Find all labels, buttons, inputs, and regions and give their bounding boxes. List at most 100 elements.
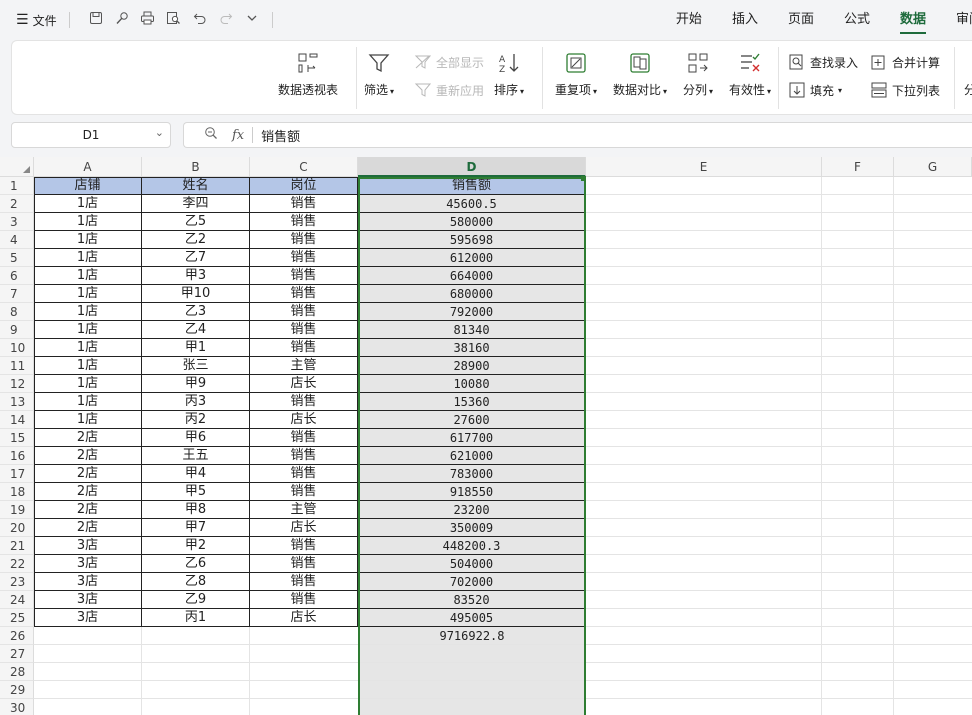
column-header-e[interactable]: E [586, 157, 822, 177]
data-compare-icon [630, 53, 650, 73]
row-header[interactable]: 26 [0, 627, 34, 645]
row-header[interactable]: 13 [0, 393, 34, 411]
column-header-b[interactable]: B [142, 157, 250, 177]
row-header[interactable]: 3 [0, 213, 34, 231]
formula-input[interactable]: fx 销售额 [183, 122, 972, 148]
fill-button[interactable]: 填充 ▾ [788, 81, 842, 99]
name-box[interactable]: D1 ⌄ [11, 122, 171, 148]
row-header[interactable]: 27 [0, 645, 34, 663]
consolidate-button[interactable]: 合并计算 [870, 53, 940, 71]
filter-label: 筛选 [364, 83, 389, 97]
row-header[interactable]: 7 [0, 285, 34, 303]
column-header-d[interactable]: D [358, 157, 586, 177]
tab-page[interactable]: 页面 [788, 0, 814, 40]
redo-icon[interactable] [218, 11, 234, 29]
validity-icon [741, 53, 760, 72]
row-header[interactable]: 29 [0, 681, 34, 699]
row-header[interactable]: 4 [0, 231, 34, 249]
tab-formulas[interactable]: 公式 [844, 0, 870, 40]
show-all-label: 全部显示 [436, 55, 485, 70]
svg-text:A: A [499, 55, 506, 65]
total-cell[interactable]: 9716922.8 [358, 627, 586, 645]
reapply-button[interactable]: 重新应用 [414, 81, 484, 99]
tab-home[interactable]: 开始 [676, 0, 702, 40]
tab-data[interactable]: 数据 [899, 0, 927, 40]
file-menu-label: 文件 [32, 13, 57, 28]
row-header[interactable]: 15 [0, 429, 34, 447]
row-header[interactable]: 23 [0, 573, 34, 591]
file-menu[interactable]: ☰ 文件 [16, 12, 57, 29]
sort-button[interactable]: AZ 排序 ▾ [494, 51, 524, 98]
lookup-entry-button[interactable]: 查找录入 [788, 53, 858, 71]
show-all-button[interactable]: 全部显示 [414, 53, 484, 71]
save-icon[interactable] [88, 11, 104, 29]
formula-bar: D1 ⌄ fx 销售额 [11, 122, 972, 148]
divider [252, 127, 254, 143]
row-header[interactable]: 10 [0, 339, 34, 357]
divider [778, 47, 779, 109]
row-header[interactable]: 14 [0, 411, 34, 429]
text-to-columns-button[interactable]: 分列 ▾ [683, 51, 713, 98]
column-header-c[interactable]: C [250, 157, 358, 177]
row-header[interactable]: 30 [0, 699, 34, 715]
filter-icon [368, 54, 390, 73]
format-painter-icon[interactable] [114, 11, 130, 29]
svg-text:Z: Z [499, 65, 505, 75]
pivot-table-button[interactable]: 数据透视表 [278, 51, 338, 98]
print-icon[interactable] [140, 11, 156, 29]
row-header[interactable]: 22 [0, 555, 34, 573]
zoom-icon[interactable] [204, 126, 220, 144]
validity-button[interactable]: 有效性 ▾ [729, 51, 771, 98]
function-icon[interactable]: fx [232, 128, 244, 143]
divider [68, 12, 70, 28]
column-header-a[interactable]: A [34, 157, 142, 177]
menu-bar: ☰ 文件 开始 插入 页面 公式 数据 审 [0, 0, 972, 40]
row-header[interactable]: 20 [0, 519, 34, 537]
divider [542, 47, 543, 109]
dropdown-list-icon [871, 82, 887, 98]
print-preview-icon[interactable] [166, 11, 182, 29]
row-header[interactable]: 8 [0, 303, 34, 321]
consolidate-label: 合并计算 [892, 55, 941, 70]
row-header[interactable]: 18 [0, 483, 34, 501]
duplicates-icon [566, 53, 586, 73]
row-header[interactable]: 6 [0, 267, 34, 285]
row-header[interactable]: 5 [0, 249, 34, 267]
filter-refresh-icon [414, 83, 432, 97]
ribbon-data: 数据透视表 筛选 ▾ 全部显示 重新应用 AZ 排序 ▾ 重复项 ▾ 数据对比 ▾ [11, 40, 972, 115]
row-header[interactable]: 28 [0, 663, 34, 681]
row-header[interactable]: 12 [0, 375, 34, 393]
chevron-down-icon[interactable]: ⌄ [155, 126, 164, 139]
column-header-g[interactable]: G [894, 157, 972, 177]
chevron-down-icon[interactable] [244, 12, 260, 28]
row-header[interactable]: 19 [0, 501, 34, 519]
dropdown-list-label: 下拉列表 [892, 83, 941, 98]
undo-icon[interactable] [192, 11, 208, 29]
gridline [34, 662, 972, 663]
row-header[interactable]: 25 [0, 609, 34, 627]
pivot-table-icon [298, 53, 318, 73]
row-header[interactable]: 24 [0, 591, 34, 609]
select-all-corner[interactable] [0, 157, 34, 177]
row-header[interactable]: 17 [0, 465, 34, 483]
row-header[interactable]: 16 [0, 447, 34, 465]
gridline [34, 680, 972, 681]
data-compare-label: 数据对比 [613, 83, 662, 97]
dropdown-list-button[interactable]: 下拉列表 [870, 81, 940, 99]
lookup-label: 查找录入 [810, 55, 859, 70]
column-header-f[interactable]: F [822, 157, 894, 177]
tab-insert[interactable]: 插入 [732, 0, 758, 40]
data-compare-button[interactable]: 数据对比 ▾ [613, 51, 667, 98]
ribbon-overflow-button[interactable]: 分 [964, 81, 972, 98]
row-header[interactable]: 21 [0, 537, 34, 555]
fill-handle[interactable] [581, 176, 586, 181]
tab-review[interactable]: 审阅 [956, 0, 972, 40]
row-header[interactable]: 9 [0, 321, 34, 339]
row-header[interactable]: 2 [0, 195, 34, 213]
duplicates-label: 重复项 [555, 83, 592, 97]
row-header[interactable]: 11 [0, 357, 34, 375]
filter-button[interactable]: 筛选 ▾ [364, 51, 394, 98]
worksheet[interactable]: A B C D E F G 1 2 3 4 5 6 7 8 9 10 11 12 13 14 15 16 17 18 19 20 21… [0, 157, 972, 715]
duplicates-button[interactable]: 重复项 ▾ [555, 51, 597, 98]
row-header[interactable]: 1 [0, 177, 34, 195]
